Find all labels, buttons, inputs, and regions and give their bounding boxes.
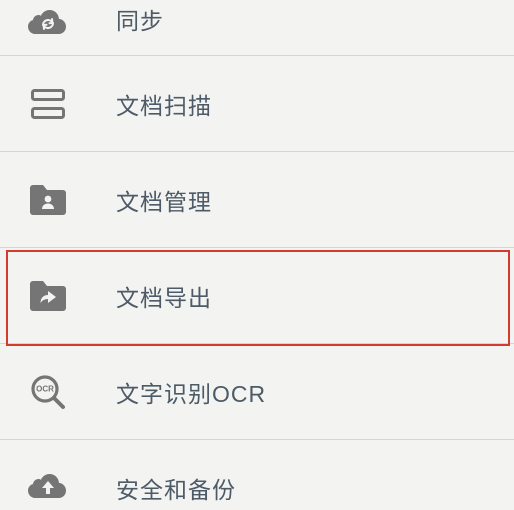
menu-item-label: 文档导出: [116, 279, 212, 313]
menu-item-sync[interactable]: 同步: [0, 0, 514, 56]
menu-item-label: 文档扫描: [116, 87, 212, 121]
menu-item-ocr[interactable]: OCR 文字识别OCR: [0, 344, 514, 440]
ocr-search-icon: OCR: [26, 370, 70, 414]
menu-item-label: 文字识别OCR: [116, 375, 266, 409]
folder-export-icon: [26, 274, 70, 318]
menu-item-manage[interactable]: 文档管理: [0, 152, 514, 248]
menu-item-label: 同步: [116, 2, 164, 36]
cloud-upload-icon: [26, 466, 70, 510]
menu-item-label: 文档管理: [116, 183, 212, 217]
svg-text:OCR: OCR: [36, 384, 54, 393]
menu-item-export[interactable]: 文档导出: [0, 248, 514, 344]
cloud-sync-icon: [26, 2, 70, 46]
menu-list: 同步 文档扫描 文档管理: [0, 0, 514, 510]
menu-item-label: 安全和备份: [116, 471, 236, 505]
menu-item-scan[interactable]: 文档扫描: [0, 56, 514, 152]
settings-menu: 同步 文档扫描 文档管理: [0, 0, 514, 510]
scan-icon: [26, 82, 70, 126]
folder-user-icon: [26, 178, 70, 222]
menu-item-backup[interactable]: 安全和备份: [0, 440, 514, 510]
